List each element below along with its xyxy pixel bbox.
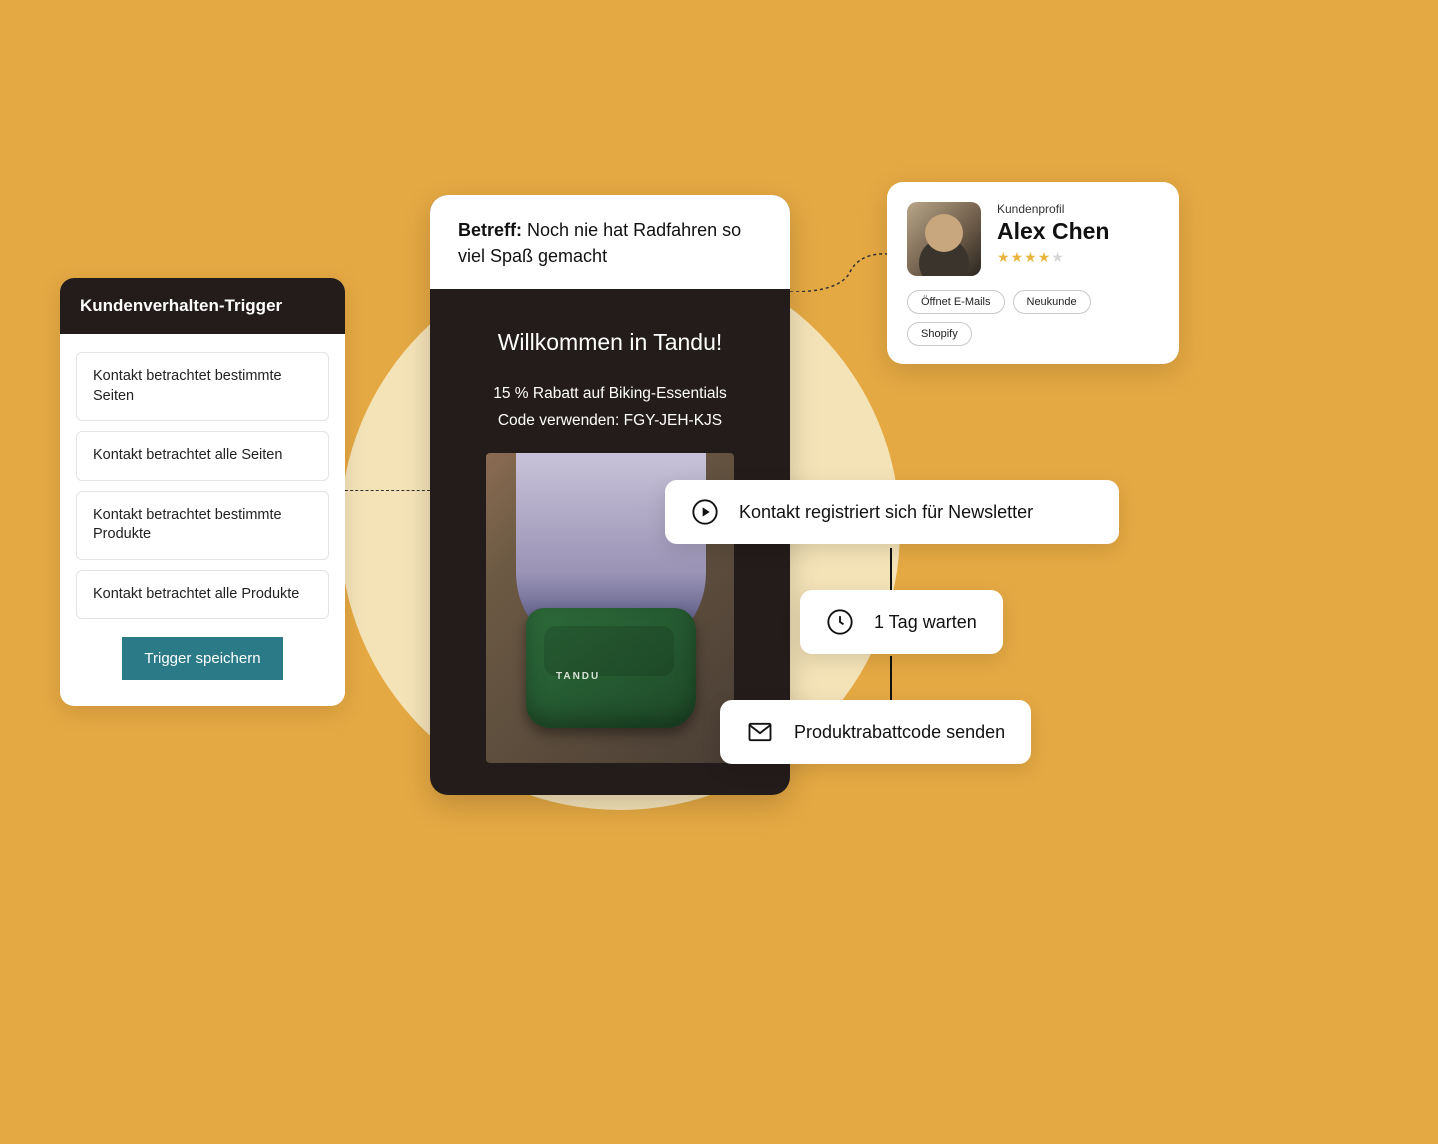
automation-step-send-code[interactable]: Produktrabattcode senden xyxy=(720,700,1031,764)
avatar xyxy=(907,202,981,276)
automation-step-label: Kontakt registriert sich für Newsletter xyxy=(739,502,1033,523)
clock-icon xyxy=(826,608,854,636)
trigger-option[interactable]: Kontakt betrachtet bestimmte Produkte xyxy=(76,491,329,560)
profile-name: Alex Chen xyxy=(997,218,1109,245)
mail-icon xyxy=(746,718,774,746)
star-icon: ★ xyxy=(1011,249,1025,265)
email-welcome-title: Willkommen in Tandu! xyxy=(450,329,770,356)
automation-step-newsletter[interactable]: Kontakt registriert sich für Newsletter xyxy=(665,480,1119,544)
profile-label: Kundenprofil xyxy=(997,202,1109,216)
profile-tag[interactable]: Öffnet E-Mails xyxy=(907,290,1005,314)
star-icon: ★ xyxy=(1024,249,1038,265)
product-brand-label: TANDU xyxy=(556,671,600,682)
trigger-panel: Kundenverhalten-Trigger Kontakt betracht… xyxy=(60,278,345,706)
automation-step-label: Produktrabattcode senden xyxy=(794,722,1005,743)
play-circle-icon xyxy=(691,498,719,526)
trigger-option[interactable]: Kontakt betrachtet bestimmte Seiten xyxy=(76,352,329,421)
connector-line xyxy=(890,656,892,700)
trigger-panel-header: Kundenverhalten-Trigger xyxy=(60,278,345,334)
connector-dash-right xyxy=(790,252,890,292)
star-icon: ★ xyxy=(1038,249,1052,265)
profile-tags: Öffnet E-Mails Neukunde Shopify xyxy=(907,290,1159,346)
connector-dash-left xyxy=(345,490,430,491)
save-trigger-button[interactable]: Trigger speichern xyxy=(122,637,282,680)
automation-step-wait[interactable]: 1 Tag warten xyxy=(800,590,1003,654)
automation-step-label: 1 Tag warten xyxy=(874,612,977,633)
rating-stars: ★★★★★ xyxy=(997,249,1109,266)
email-code-text: Code verwenden: FGY-JEH-KJS xyxy=(450,409,770,432)
profile-tag[interactable]: Shopify xyxy=(907,322,972,346)
connector-line xyxy=(890,548,892,590)
trigger-option[interactable]: Kontakt betrachtet alle Seiten xyxy=(76,431,329,481)
star-icon: ★ xyxy=(997,249,1011,265)
email-subject-label: Betreff: xyxy=(458,220,522,240)
trigger-option[interactable]: Kontakt betrachtet alle Produkte xyxy=(76,570,329,620)
customer-profile-card: Kundenprofil Alex Chen ★★★★★ Öffnet E-Ma… xyxy=(887,182,1179,364)
email-discount-text: 15 % Rabatt auf Biking-Essentials xyxy=(450,382,770,405)
profile-tag[interactable]: Neukunde xyxy=(1013,290,1091,314)
star-icon: ★ xyxy=(1051,249,1065,265)
email-subject: Betreff: Noch nie hat Radfahren so viel … xyxy=(430,195,790,289)
trigger-panel-body: Kontakt betrachtet bestimmte Seiten Kont… xyxy=(60,334,345,706)
